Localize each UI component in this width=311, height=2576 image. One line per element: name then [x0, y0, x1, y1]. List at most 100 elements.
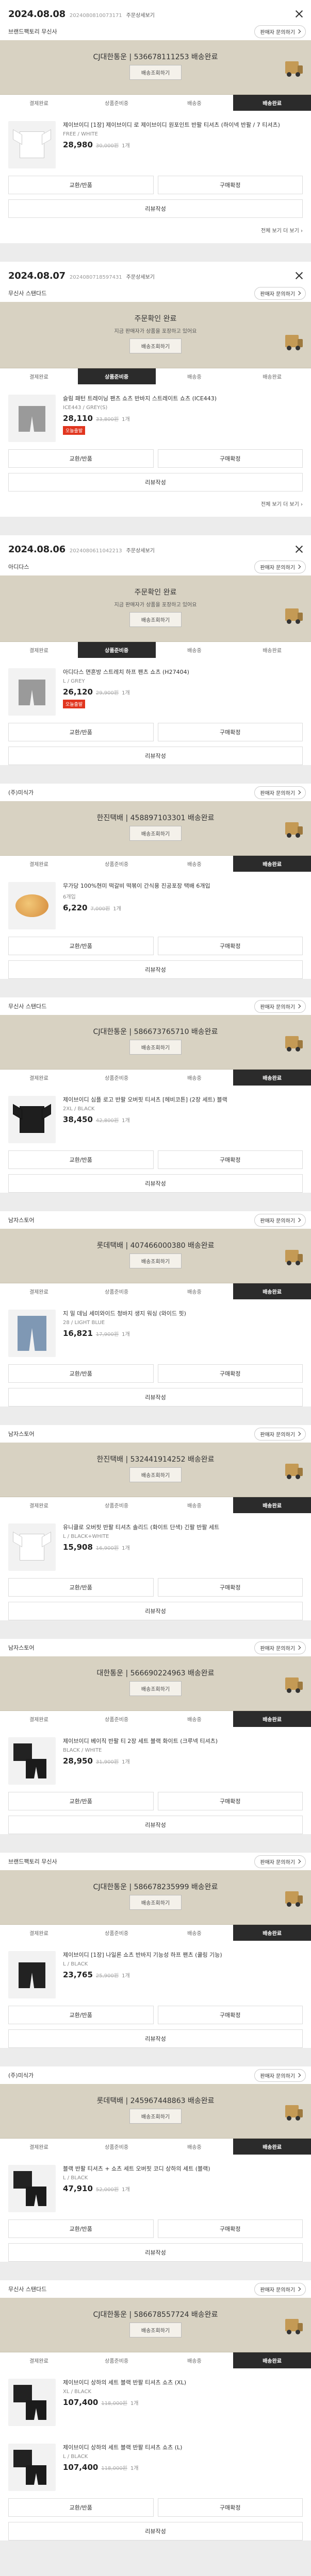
exchange-return-button[interactable]: 교환/반품: [8, 937, 154, 955]
confirm-purchase-button[interactable]: 구매확정: [157, 1578, 303, 1597]
exchange-return-button[interactable]: 교환/반품: [8, 2006, 154, 2024]
seller-name[interactable]: 브랜드팩토리 무신사: [8, 1857, 57, 1866]
seller-name[interactable]: 무신사 스탠다드: [8, 289, 46, 297]
product-thumbnail[interactable]: [8, 395, 56, 442]
confirm-purchase-button[interactable]: 구매확정: [157, 2498, 303, 2517]
product-item[interactable]: 제이브이디 상하의 세트 블랙 반팔 티셔츠 쇼츠 (XL) XL / BLACK…: [0, 2368, 311, 2433]
product-item[interactable]: 유니클로 오버핏 반팔 티셔츠 솔리드 (화이트 단색) 긴팔 반팔 세트 L /…: [0, 1513, 311, 1578]
seller-name[interactable]: 남자스토어: [8, 1643, 35, 1652]
exchange-return-button[interactable]: 교환/반품: [8, 2498, 154, 2517]
seller-name[interactable]: 무신사 스탠다드: [8, 2285, 46, 2293]
product-name[interactable]: 무가당 100%현미 떡갈비 떡볶이 간식용 진공포장 택배 6개입: [63, 882, 303, 891]
product-name[interactable]: 지 밀 데님 세미와이드 청바지 생지 워싱 (와이드 핏): [63, 1310, 303, 1318]
track-delivery-button[interactable]: 배송조회하기: [129, 826, 182, 841]
seller-name[interactable]: (주)미식가: [8, 788, 34, 796]
product-thumbnail[interactable]: [8, 121, 56, 168]
product-thumbnail[interactable]: [8, 668, 56, 716]
seller-name[interactable]: 브랜드팩토리 무신사: [8, 27, 57, 36]
confirm-purchase-button[interactable]: 구매확정: [157, 176, 303, 194]
write-review-button[interactable]: 리뷰작성: [8, 2243, 303, 2262]
product-thumbnail[interactable]: [8, 2444, 56, 2491]
confirm-purchase-button[interactable]: 구매확정: [157, 1150, 303, 1169]
product-name[interactable]: 제이브이디 [1장] 나일론 쇼츠 반바지 기능성 하프 팬츠 (쿨링 기능): [63, 1951, 303, 1960]
product-name[interactable]: 슬림 패턴 트레이닝 팬츠 쇼츠 반바지 스트레이트 쇼츠 (ICE443): [63, 395, 303, 403]
product-item[interactable]: 무가당 100%현미 떡갈비 떡볶이 간식용 진공포장 택배 6개입 6개입 6,2…: [0, 872, 311, 937]
product-item[interactable]: 슬림 패턴 트레이닝 팬츠 쇼츠 반바지 스트레이트 쇼츠 (ICE443) IC…: [0, 384, 311, 449]
confirm-purchase-button[interactable]: 구매확정: [157, 449, 303, 468]
product-name[interactable]: 아디다스 면혼방 스트레치 하프 팬츠 쇼츠 (H27404): [63, 668, 303, 677]
close-icon[interactable]: [293, 8, 305, 20]
product-thumbnail[interactable]: [8, 1310, 56, 1357]
exchange-return-button[interactable]: 교환/반품: [8, 2219, 154, 2238]
product-name[interactable]: 블랙 반팔 티셔츠 + 쇼츠 세트 오버핏 코디 상하의 세트 (블랙): [63, 2165, 303, 2174]
product-item[interactable]: 지 밀 데님 세미와이드 청바지 생지 워싱 (와이드 핏) 28 / LIGHT…: [0, 1299, 311, 1364]
confirm-purchase-button[interactable]: 구매확정: [157, 723, 303, 741]
seller-inquiry-button[interactable]: 판매자 문의하기: [254, 1641, 306, 1654]
track-delivery-button[interactable]: 배송조회하기: [129, 338, 182, 353]
product-item[interactable]: 제이브이디 심플 로고 반팔 오버핏 티셔츠 [헤비코튼] (2장 세트) 블랙…: [0, 1086, 311, 1150]
seller-name[interactable]: 무신사 스탠다드: [8, 1002, 46, 1010]
write-review-button[interactable]: 리뷰작성: [8, 1602, 303, 1620]
exchange-return-button[interactable]: 교환/반품: [8, 1792, 154, 1810]
product-item[interactable]: 블랙 반팔 티셔츠 + 쇼츠 세트 오버핏 코디 상하의 세트 (블랙) L / …: [0, 2155, 311, 2219]
seller-inquiry-button[interactable]: 판매자 문의하기: [254, 25, 306, 38]
confirm-purchase-button[interactable]: 구매확정: [157, 2219, 303, 2238]
write-review-button[interactable]: 리뷰작성: [8, 199, 303, 218]
order-detail-link[interactable]: 주문상세보기: [126, 11, 155, 19]
confirm-purchase-button[interactable]: 구매확정: [157, 1364, 303, 1383]
product-thumbnail[interactable]: [8, 2379, 56, 2426]
seller-inquiry-button[interactable]: 판매자 문의하기: [254, 1855, 306, 1868]
product-item[interactable]: 제이브이디 베이직 반팔 티 2장 세트 블랙 화이트 (크루넥 티셔츠) BLA…: [0, 1727, 311, 1792]
exchange-return-button[interactable]: 교환/반품: [8, 449, 154, 468]
exchange-return-button[interactable]: 교환/반품: [8, 1578, 154, 1597]
exchange-return-button[interactable]: 교환/반품: [8, 1364, 154, 1383]
order-detail-link[interactable]: 주문상세보기: [126, 546, 155, 554]
more-orders-link[interactable]: 전체 보기 더 보기: [0, 223, 311, 243]
product-name[interactable]: 제이브이디 [1장] 제이브이디 로 제이브이디 원포인트 반팔 티셔츠 (하이…: [63, 121, 303, 130]
seller-inquiry-button[interactable]: 판매자 문의하기: [254, 999, 306, 1013]
product-item[interactable]: 제이브이디 [1장] 제이브이디 로 제이브이디 원포인트 반팔 티셔츠 (하이…: [0, 111, 311, 176]
product-item[interactable]: 아디다스 면혼방 스트레치 하프 팬츠 쇼츠 (H27404) L / GREY 2…: [0, 658, 311, 723]
track-delivery-button[interactable]: 배송조회하기: [129, 2109, 182, 2124]
write-review-button[interactable]: 리뷰작성: [8, 2522, 303, 2540]
track-delivery-button[interactable]: 배송조회하기: [129, 1040, 182, 1055]
product-thumbnail[interactable]: [8, 1951, 56, 1998]
product-name[interactable]: 제이브이디 상하의 세트 블랙 반팔 티셔츠 쇼츠 (L): [63, 2444, 303, 2452]
seller-name[interactable]: (주)미식가: [8, 2071, 34, 2079]
track-delivery-button[interactable]: 배송조회하기: [129, 65, 182, 80]
close-icon[interactable]: [293, 270, 305, 281]
product-thumbnail[interactable]: [8, 2165, 56, 2212]
seller-inquiry-button[interactable]: 판매자 문의하기: [254, 560, 306, 573]
exchange-return-button[interactable]: 교환/반품: [8, 723, 154, 741]
seller-inquiry-button[interactable]: 판매자 문의하기: [254, 1213, 306, 1227]
close-icon[interactable]: [293, 544, 305, 555]
track-delivery-button[interactable]: 배송조회하기: [129, 1467, 182, 1482]
track-delivery-button[interactable]: 배송조회하기: [129, 1681, 182, 1696]
write-review-button[interactable]: 리뷰작성: [8, 1816, 303, 1834]
product-thumbnail[interactable]: [8, 1096, 56, 1143]
write-review-button[interactable]: 리뷰작성: [8, 1174, 303, 1193]
track-delivery-button[interactable]: 배송조회하기: [129, 1895, 182, 1910]
write-review-button[interactable]: 리뷰작성: [8, 960, 303, 979]
exchange-return-button[interactable]: 교환/반품: [8, 1150, 154, 1169]
exchange-return-button[interactable]: 교환/반품: [8, 176, 154, 194]
seller-inquiry-button[interactable]: 판매자 문의하기: [254, 786, 306, 799]
product-thumbnail[interactable]: [8, 1523, 56, 1571]
product-thumbnail[interactable]: [8, 882, 56, 929]
product-thumbnail[interactable]: [8, 1737, 56, 1785]
write-review-button[interactable]: 리뷰작성: [8, 747, 303, 765]
write-review-button[interactable]: 리뷰작성: [8, 1388, 303, 1406]
track-delivery-button[interactable]: 배송조회하기: [129, 2323, 182, 2337]
seller-name[interactable]: 남자스토어: [8, 1216, 35, 1224]
seller-name[interactable]: 아디다스: [8, 563, 29, 571]
seller-inquiry-button[interactable]: 판매자 문의하기: [254, 2282, 306, 2296]
seller-inquiry-button[interactable]: 판매자 문의하기: [254, 286, 306, 300]
seller-inquiry-button[interactable]: 판매자 문의하기: [254, 2069, 306, 2082]
write-review-button[interactable]: 리뷰작성: [8, 2029, 303, 2048]
product-item[interactable]: 제이브이디 [1장] 나일론 쇼츠 반바지 기능성 하프 팬츠 (쿨링 기능) L…: [0, 1941, 311, 2006]
product-name[interactable]: 유니클로 오버핏 반팔 티셔츠 솔리드 (화이트 단색) 긴팔 반팔 세트: [63, 1523, 303, 1532]
track-delivery-button[interactable]: 배송조회하기: [129, 1253, 182, 1268]
product-name[interactable]: 제이브이디 베이직 반팔 티 2장 세트 블랙 화이트 (크루넥 티셔츠): [63, 1737, 303, 1746]
confirm-purchase-button[interactable]: 구매확정: [157, 937, 303, 955]
product-name[interactable]: 제이브이디 상하의 세트 블랙 반팔 티셔츠 쇼츠 (XL): [63, 2379, 303, 2387]
